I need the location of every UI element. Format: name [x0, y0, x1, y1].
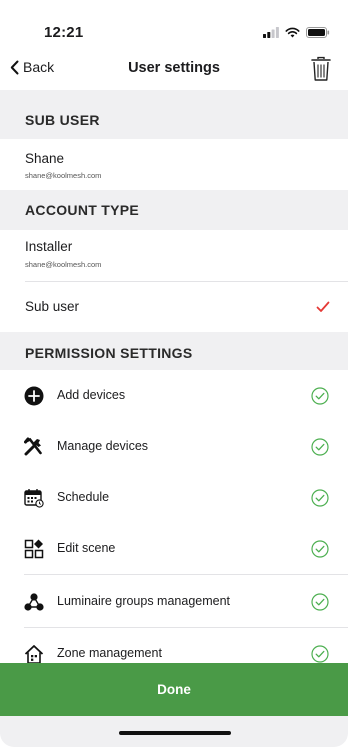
permission-label: Schedule: [57, 490, 110, 504]
tools-icon: [24, 437, 44, 457]
status-time: 12:21: [44, 24, 84, 41]
permission-item-edit-scene[interactable]: Edit scene: [0, 523, 348, 575]
back-button[interactable]: Back: [10, 59, 54, 75]
section-title: PERMISSION SETTINGS: [25, 345, 193, 361]
delete-user-button[interactable]: [310, 56, 332, 82]
section-title: ACCOUNT TYPE: [25, 202, 140, 218]
status-icons: [263, 26, 330, 38]
permission-label: Zone management: [57, 646, 162, 660]
check-circle-icon[interactable]: [311, 438, 329, 456]
sub-user-row: Shane shane@koolmesh.com: [0, 139, 348, 190]
account-type-sub-user[interactable]: Sub user: [0, 282, 348, 332]
account-type-label: Installer: [25, 239, 73, 254]
section-header-sub-user: SUB USER: [0, 90, 348, 139]
home-indicator[interactable]: [119, 731, 231, 735]
permission-label: Edit scene: [57, 541, 116, 555]
signal-icon: [263, 26, 279, 38]
permission-label: Add devices: [57, 388, 126, 402]
battery-icon: [306, 26, 330, 38]
account-type-email: shane@koolmesh.com: [25, 260, 102, 269]
permission-item-schedule[interactable]: Schedule: [0, 472, 348, 524]
section-title: SUB USER: [25, 111, 100, 128]
trash-icon: [311, 56, 331, 81]
permission-item-add-devices[interactable]: Add devices: [0, 370, 348, 422]
section-header-account-type: ACCOUNT TYPE: [0, 190, 348, 230]
checkmark-icon: [316, 301, 330, 312]
calendar-icon: [24, 488, 44, 508]
add-circle-icon: [24, 386, 44, 406]
chevron-left-icon: [10, 60, 19, 74]
permission-item-manage-devices[interactable]: Manage devices: [0, 421, 348, 473]
section-header-permissions: PERMISSION SETTINGS: [0, 332, 348, 374]
divider: [24, 574, 348, 575]
check-circle-icon[interactable]: [311, 645, 329, 663]
phone-screen: 12:21 Back User settings SUB USER Shane …: [0, 0, 348, 747]
check-circle-icon[interactable]: [311, 387, 329, 405]
nav-bar: Back User settings: [0, 50, 348, 90]
scene-icon: [24, 539, 44, 559]
permission-label: Manage devices: [57, 439, 149, 453]
permission-label: Luminaire groups management: [57, 594, 231, 608]
home-icon: [24, 644, 44, 664]
check-circle-icon[interactable]: [311, 593, 329, 611]
check-circle-icon[interactable]: [311, 489, 329, 507]
permission-item-luminaire-groups[interactable]: Luminaire groups management: [0, 576, 348, 628]
back-label: Back: [23, 59, 55, 75]
sub-user-email: shane@koolmesh.com: [25, 171, 102, 180]
sub-user-name: Shane: [25, 151, 65, 166]
done-button[interactable]: Done: [0, 663, 348, 716]
wifi-icon: [285, 27, 300, 37]
account-type-installer[interactable]: Installer shane@koolmesh.com: [0, 230, 348, 282]
status-bar: 12:21: [0, 0, 348, 50]
account-type-label: Sub user: [25, 299, 80, 314]
group-icon: [24, 592, 44, 612]
home-indicator-area: [0, 716, 348, 747]
check-circle-icon[interactable]: [311, 540, 329, 558]
